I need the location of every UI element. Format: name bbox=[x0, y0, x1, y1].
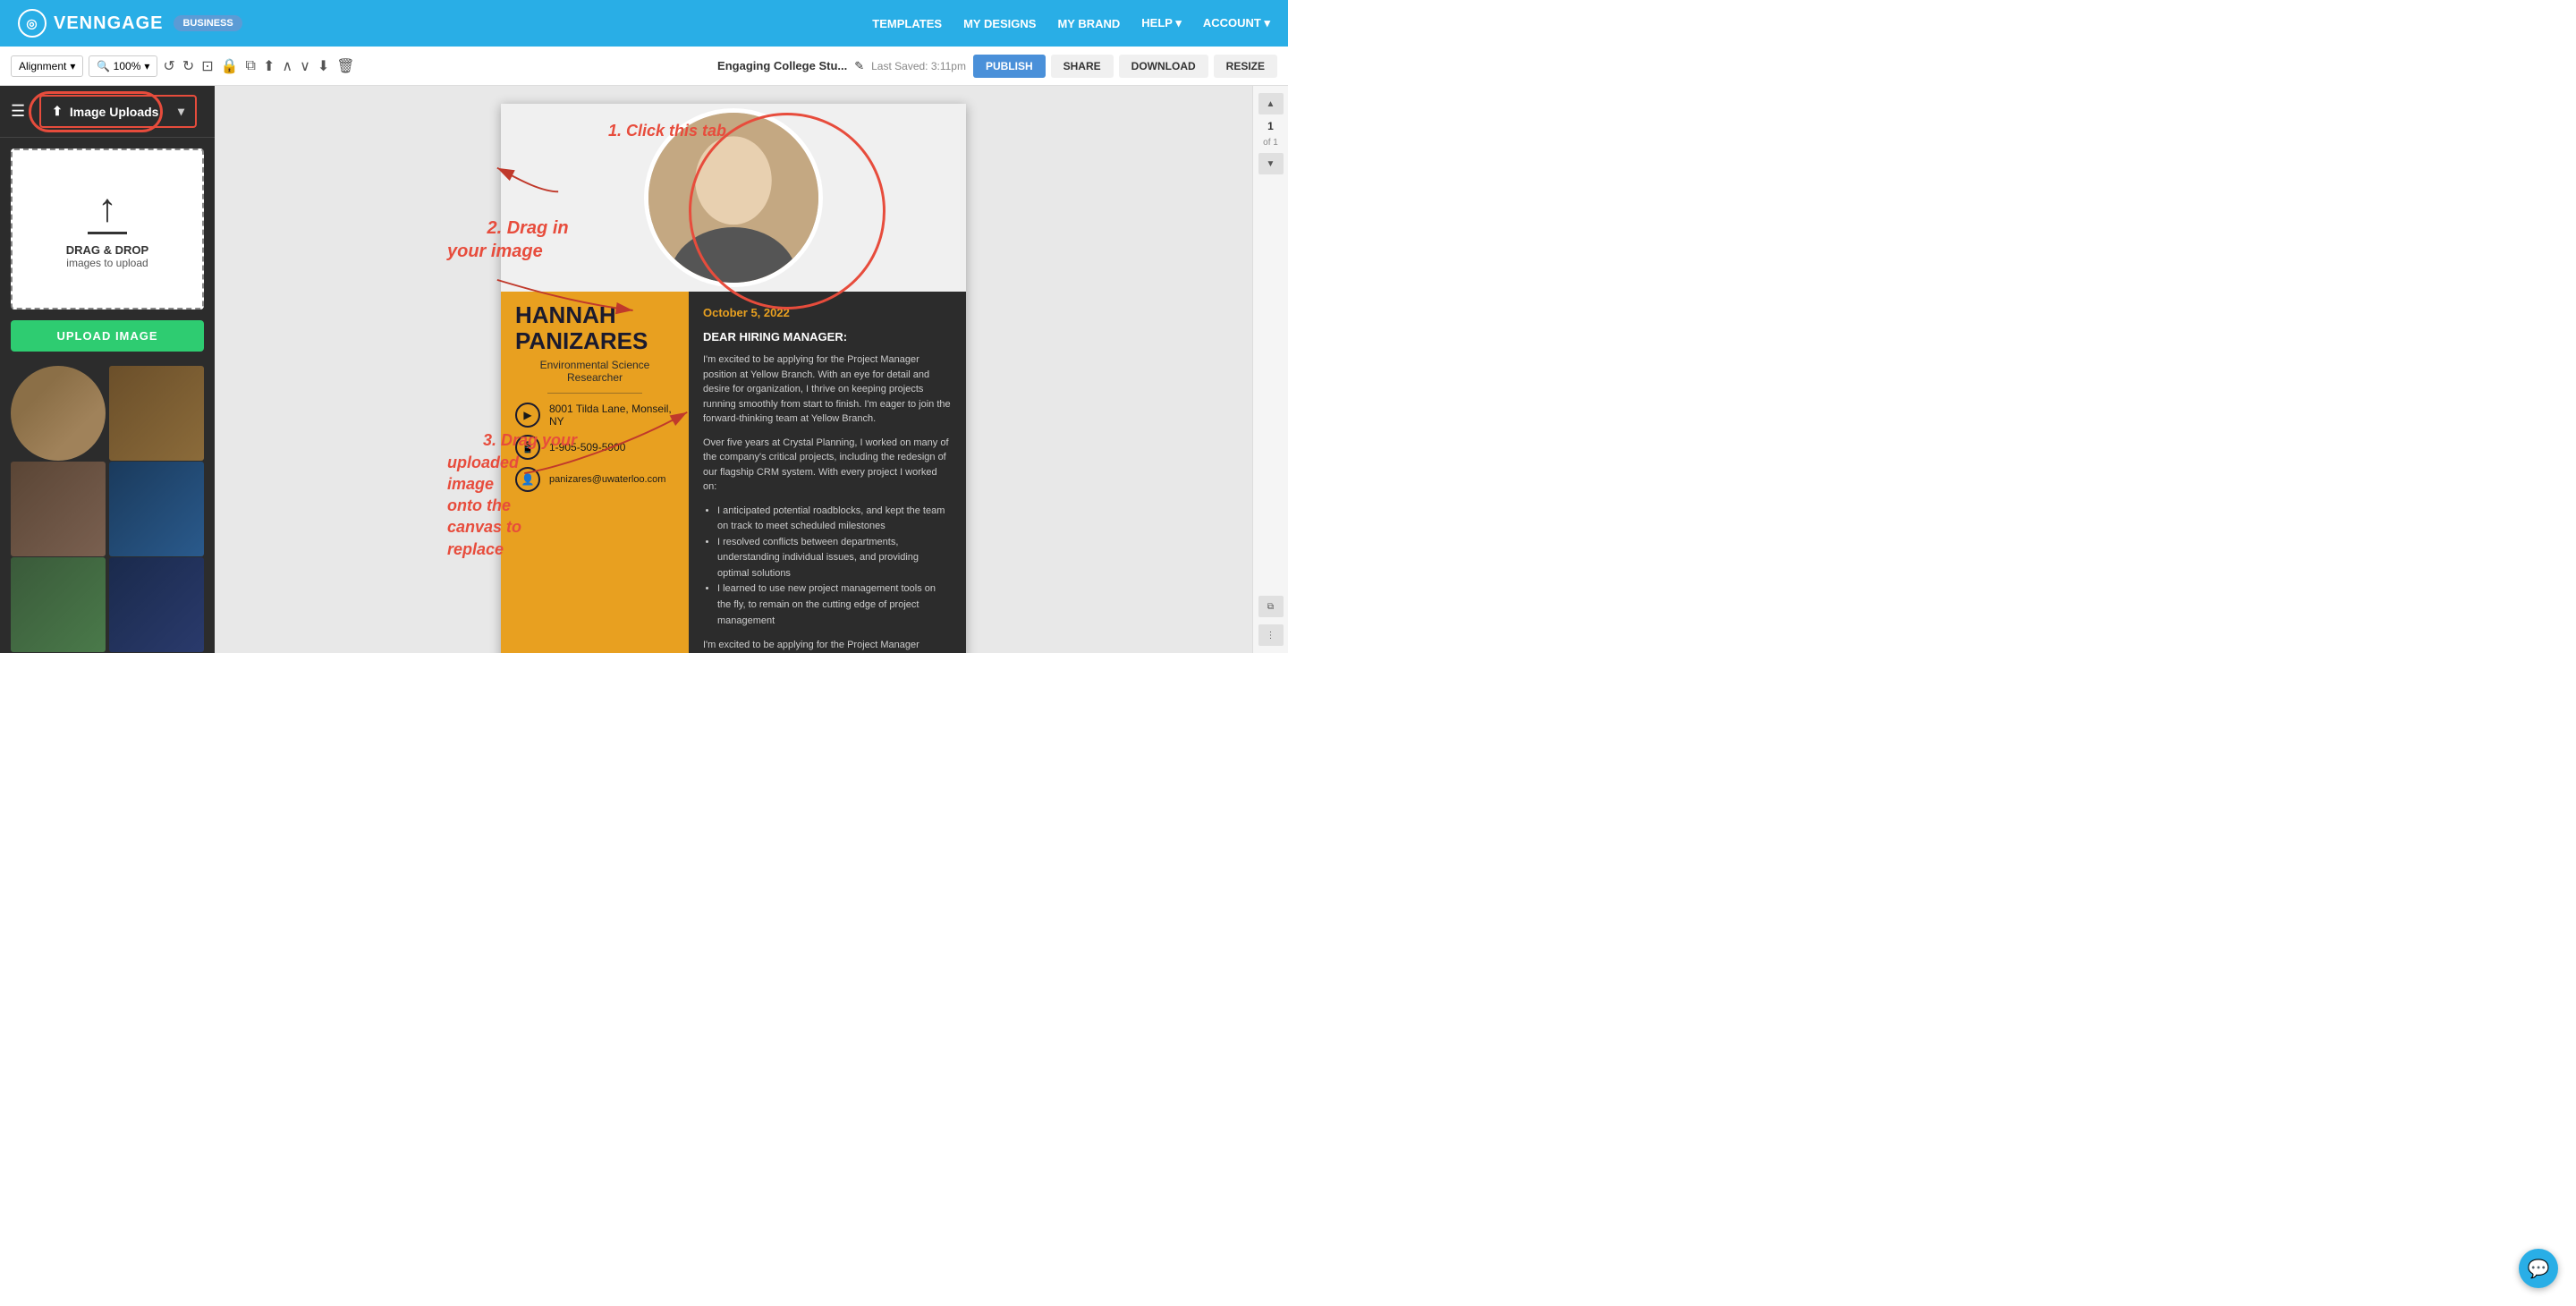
nav-templates[interactable]: TEMPLATES bbox=[872, 17, 942, 30]
upload-small-icon: ⬆ bbox=[52, 104, 63, 119]
image-uploads-label: Image Uploads bbox=[70, 105, 159, 119]
canvas-area: HANNAH PANIZARES Environmental Science R… bbox=[215, 86, 1252, 653]
toolbar-icons: ↺ ↻ ⊡ 🔒 ⧉ ⬆ ∧ ∨ ⬇ 🗑 bbox=[163, 57, 354, 75]
right-panel: ▲ 1 of 1 ▼ ⧉ ⋮ bbox=[1252, 86, 1288, 653]
contact-phone: 📱 1-905-509-5900 bbox=[515, 435, 674, 460]
right-panel-icons: ⧉ ⋮ bbox=[1258, 596, 1284, 646]
toolbar-left: Alignment ▾ 🔍 100% ▾ ↺ ↻ ⊡ 🔒 ⧉ ⬆ ∧ ∨ ⬇ 🗑 bbox=[11, 55, 710, 77]
more-options-button[interactable]: ⋮ bbox=[1258, 624, 1284, 646]
logo-area: ◎ VENNGAGE bbox=[18, 9, 163, 38]
doc-lower: HANNAH PANIZARES Environmental Science R… bbox=[501, 292, 966, 653]
lock-icon[interactable]: 🔒 bbox=[221, 57, 239, 75]
letter-bullets: I anticipated potential roadblocks, and … bbox=[703, 504, 952, 630]
nav-right: TEMPLATES MY DESIGNS MY BRAND HELP ▾ ACC… bbox=[872, 16, 1270, 30]
page-number: 1 bbox=[1267, 120, 1274, 132]
move-up-small-icon[interactable]: ∧ bbox=[282, 57, 292, 75]
tab-dropdown-arrow: ▾ bbox=[178, 104, 184, 119]
copy-icon[interactable]: ⧉ bbox=[246, 58, 256, 74]
email-icon: 👤 bbox=[515, 467, 540, 492]
letter-body3: I'm excited to be applying for the Proje… bbox=[703, 638, 952, 653]
logo-icon: ◎ bbox=[18, 9, 47, 38]
canvas-wrapper: 1. Click this tab 2. Drag in your image … bbox=[215, 86, 1252, 653]
bullet1: I anticipated potential roadblocks, and … bbox=[717, 504, 952, 535]
move-down-small-icon[interactable]: ∨ bbox=[300, 57, 310, 75]
move-up-icon[interactable]: ⬆ bbox=[263, 57, 275, 75]
address-icon: ▶ bbox=[515, 403, 540, 428]
page-down-button[interactable]: ▼ bbox=[1258, 153, 1284, 174]
hamburger-menu[interactable]: ☰ bbox=[11, 102, 25, 121]
letter-body1: I'm excited to be applying for the Proje… bbox=[703, 352, 952, 427]
image-uploads-tab[interactable]: ⬆ Image Uploads ▾ bbox=[39, 95, 197, 128]
main-area: ☰ ⬆ Image Uploads ▾ ↑ DRAG & DROP images… bbox=[0, 86, 1288, 653]
share-button[interactable]: SHARE bbox=[1051, 55, 1114, 78]
sidebar: ☰ ⬆ Image Uploads ▾ ↑ DRAG & DROP images… bbox=[0, 86, 215, 653]
zoom-select[interactable]: 🔍 100% ▾ bbox=[89, 55, 157, 77]
bullet2: I resolved conflicts between departments… bbox=[717, 535, 952, 582]
page-up-button[interactable]: ▲ bbox=[1258, 93, 1284, 114]
letter-date: October 5, 2022 bbox=[703, 306, 952, 319]
resize-button[interactable]: RESIZE bbox=[1214, 55, 1277, 78]
edit-title-icon[interactable]: ✎ bbox=[854, 59, 864, 73]
thumbnail-person3[interactable] bbox=[11, 557, 106, 652]
copy-page-button[interactable]: ⧉ bbox=[1258, 596, 1284, 617]
person-name-line1: HANNAH bbox=[515, 292, 674, 328]
upload-arrow-icon: ↑ bbox=[97, 189, 117, 228]
nav-help[interactable]: HELP ▾ bbox=[1141, 16, 1182, 30]
nav-left: ◎ VENNGAGE BUSINESS bbox=[18, 9, 242, 38]
sidebar-header: ☰ ⬆ Image Uploads ▾ bbox=[0, 86, 215, 138]
canvas-document: HANNAH PANIZARES Environmental Science R… bbox=[501, 104, 966, 653]
doc-right-column: October 5, 2022 DEAR HIRING MANAGER: I'm… bbox=[689, 292, 966, 653]
redo-icon[interactable]: ↻ bbox=[182, 57, 194, 75]
image-grid bbox=[0, 362, 215, 653]
drag-drop-sub-text: images to upload bbox=[66, 257, 148, 269]
thumbnail-chart1[interactable] bbox=[109, 462, 204, 556]
business-badge: BUSINESS bbox=[174, 15, 242, 31]
phone-icon: 📱 bbox=[515, 435, 540, 460]
toolbar: Alignment ▾ 🔍 100% ▾ ↺ ↻ ⊡ 🔒 ⧉ ⬆ ∧ ∨ ⬇ 🗑… bbox=[0, 47, 1288, 86]
zoom-dropdown-arrow: ▾ bbox=[144, 60, 149, 72]
drag-drop-main-text: DRAG & DROP bbox=[66, 243, 148, 257]
letter-greeting: DEAR HIRING MANAGER: bbox=[703, 330, 952, 343]
thumbnail-person1[interactable] bbox=[11, 366, 106, 461]
crop-icon[interactable]: ⊡ bbox=[201, 57, 213, 75]
letter-body2: Over five years at Crystal Planning, I w… bbox=[703, 436, 952, 495]
last-saved: Last Saved: 3:11pm bbox=[871, 60, 966, 72]
upload-underline bbox=[88, 232, 127, 234]
nav-account[interactable]: ACCOUNT ▾ bbox=[1203, 16, 1270, 30]
person-photo[interactable] bbox=[644, 108, 823, 287]
alignment-select[interactable]: Alignment ▾ bbox=[11, 55, 83, 77]
person-name-line2: PANIZARES bbox=[515, 328, 674, 354]
download-button[interactable]: DOWNLOAD bbox=[1119, 55, 1208, 78]
contact-email: 👤 panizares@uwaterloo.com bbox=[515, 467, 674, 492]
logo-text: VENNGAGE bbox=[54, 13, 163, 34]
thumbnail-person2[interactable] bbox=[11, 462, 106, 556]
nav-my-brand[interactable]: MY BRAND bbox=[1057, 17, 1120, 30]
upload-image-button[interactable]: UPLOAD IMAGE bbox=[11, 320, 204, 352]
upload-drop-zone[interactable]: ↑ DRAG & DROP images to upload bbox=[11, 148, 204, 310]
person-title: Environmental Science Researcher bbox=[515, 359, 674, 384]
divider bbox=[547, 393, 643, 394]
toolbar-center: Engaging College Stu... ✎ Last Saved: 3:… bbox=[717, 59, 966, 73]
document-title[interactable]: Engaging College Stu... bbox=[717, 59, 847, 72]
chat-button[interactable]: 💬 bbox=[2519, 1249, 2558, 1288]
top-navigation: ◎ VENNGAGE BUSINESS TEMPLATES MY DESIGNS… bbox=[0, 0, 1288, 47]
nav-my-designs[interactable]: MY DESIGNS bbox=[963, 17, 1036, 30]
toolbar-right: PUBLISH SHARE DOWNLOAD RESIZE bbox=[973, 55, 1277, 78]
doc-left-column: HANNAH PANIZARES Environmental Science R… bbox=[501, 292, 689, 653]
undo-icon[interactable]: ↺ bbox=[163, 57, 174, 75]
alignment-dropdown-arrow: ▾ bbox=[70, 60, 75, 72]
page-total: of 1 bbox=[1263, 138, 1278, 148]
move-down-icon[interactable]: ⬇ bbox=[318, 57, 329, 75]
publish-button[interactable]: PUBLISH bbox=[973, 55, 1046, 78]
thumbnail-chart2[interactable] bbox=[109, 557, 204, 652]
thumbnail-dog[interactable] bbox=[109, 366, 204, 461]
doc-photo-area bbox=[501, 104, 966, 292]
bullet3: I learned to use new project management … bbox=[717, 581, 952, 629]
contact-address: ▶ 8001 Tilda Lane, Monseil, NY bbox=[515, 403, 674, 428]
delete-icon[interactable]: 🗑 bbox=[336, 57, 354, 75]
